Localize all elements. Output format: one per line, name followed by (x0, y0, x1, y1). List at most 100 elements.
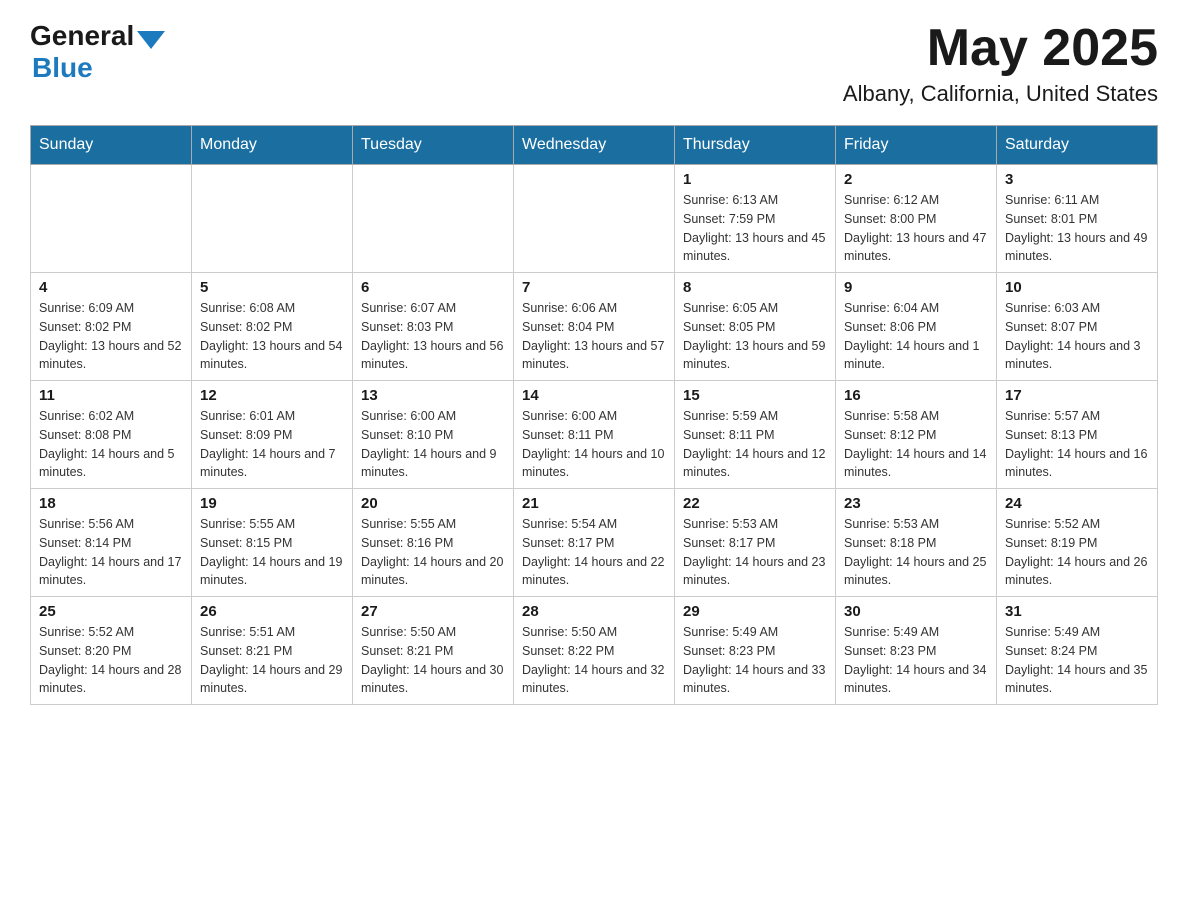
calendar-cell: 3Sunrise: 6:11 AMSunset: 8:01 PMDaylight… (997, 165, 1158, 273)
title-section: May 2025 Albany, California, United Stat… (843, 20, 1158, 107)
day-number: 25 (39, 603, 183, 620)
calendar-cell: 27 Sunrise: 5:50 AMSunset: 8:21 PMDayligh… (353, 597, 514, 705)
day-info: Sunrise: 5:49 AMSunset: 8:23 PMDaylight:… (844, 623, 988, 698)
col-header-monday: Monday (192, 126, 353, 165)
day-number: 7 (522, 279, 666, 296)
calendar-cell (31, 165, 192, 273)
day-info: Sunrise: 5:53 AMSunset: 8:18 PMDaylight:… (844, 515, 988, 590)
day-info: Sunrise: 6:12 AMSunset: 8:00 PMDaylight:… (844, 191, 988, 266)
day-number: 14 (522, 387, 666, 404)
day-number: 10 (1005, 279, 1149, 296)
day-info: Sunrise: 6:09 AMSunset: 8:02 PMDaylight:… (39, 299, 183, 374)
day-info: Sunrise: 6:01 AMSunset: 8:09 PMDaylight:… (200, 407, 344, 482)
calendar-cell: 28 Sunrise: 5:50 AMSunset: 8:22 PMDayligh… (514, 597, 675, 705)
day-number: 18 (39, 495, 183, 512)
day-number: 9 (844, 279, 988, 296)
calendar-cell: 17 Sunrise: 5:57 AMSunset: 8:13 PMDayligh… (997, 381, 1158, 489)
day-info: Sunrise: 5:50 AMSunset: 8:21 PMDaylight:… (361, 623, 505, 698)
calendar-cell: 18Sunrise: 5:56 AMSunset: 8:14 PMDayligh… (31, 489, 192, 597)
day-info: Sunrise: 6:08 AMSunset: 8:02 PMDaylight:… (200, 299, 344, 374)
day-info: Sunrise: 5:54 AMSunset: 8:17 PMDaylight:… (522, 515, 666, 590)
day-number: 24 (1005, 495, 1149, 512)
calendar-cell (353, 165, 514, 273)
day-number: 6 (361, 279, 505, 296)
calendar-week-3: 11 Sunrise: 6:02 AMSunset: 8:08 PMDayligh… (31, 381, 1158, 489)
day-info: Sunrise: 6:07 AMSunset: 8:03 PMDaylight:… (361, 299, 505, 374)
calendar-week-1: 1Sunrise: 6:13 AMSunset: 7:59 PMDaylight… (31, 165, 1158, 273)
calendar-week-4: 18Sunrise: 5:56 AMSunset: 8:14 PMDayligh… (31, 489, 1158, 597)
logo-general-text: General (30, 20, 134, 52)
calendar-cell: 14 Sunrise: 6:00 AMSunset: 8:11 PMDayligh… (514, 381, 675, 489)
day-info: Sunrise: 5:53 AMSunset: 8:17 PMDaylight:… (683, 515, 827, 590)
day-info: Sunrise: 6:02 AMSunset: 8:08 PMDaylight:… (39, 407, 183, 482)
day-number: 19 (200, 495, 344, 512)
col-header-tuesday: Tuesday (353, 126, 514, 165)
day-number: 13 (361, 387, 505, 404)
calendar-cell: 23Sunrise: 5:53 AMSunset: 8:18 PMDayligh… (836, 489, 997, 597)
day-info: Sunrise: 6:11 AMSunset: 8:01 PMDaylight:… (1005, 191, 1149, 266)
logo: General Blue (30, 20, 165, 84)
calendar-cell: 15 Sunrise: 5:59 AMSunset: 8:11 PMDayligh… (675, 381, 836, 489)
day-number: 27 (361, 603, 505, 620)
col-header-sunday: Sunday (31, 126, 192, 165)
calendar-cell: 21 Sunrise: 5:54 AMSunset: 8:17 PMDayligh… (514, 489, 675, 597)
day-number: 17 (1005, 387, 1149, 404)
calendar-cell: 12 Sunrise: 6:01 AMSunset: 8:09 PMDayligh… (192, 381, 353, 489)
day-info: Sunrise: 6:00 AMSunset: 8:11 PMDaylight:… (522, 407, 666, 482)
day-number: 30 (844, 603, 988, 620)
day-info: Sunrise: 6:04 AMSunset: 8:06 PMDaylight:… (844, 299, 988, 374)
day-info: Sunrise: 6:03 AMSunset: 8:07 PMDaylight:… (1005, 299, 1149, 374)
day-number: 29 (683, 603, 827, 620)
calendar-cell: 9 Sunrise: 6:04 AMSunset: 8:06 PMDaylight… (836, 273, 997, 381)
month-year-title: May 2025 (843, 20, 1158, 77)
day-info: Sunrise: 5:59 AMSunset: 8:11 PMDaylight:… (683, 407, 827, 482)
day-number: 4 (39, 279, 183, 296)
day-info: Sunrise: 5:58 AMSunset: 8:12 PMDaylight:… (844, 407, 988, 482)
page-header: General Blue May 2025 Albany, California… (30, 20, 1158, 107)
calendar-cell: 20 Sunrise: 5:55 AMSunset: 8:16 PMDayligh… (353, 489, 514, 597)
day-info: Sunrise: 5:50 AMSunset: 8:22 PMDaylight:… (522, 623, 666, 698)
day-info: Sunrise: 5:57 AMSunset: 8:13 PMDaylight:… (1005, 407, 1149, 482)
logo-blue-text: Blue (32, 52, 93, 83)
day-number: 21 (522, 495, 666, 512)
day-number: 28 (522, 603, 666, 620)
calendar-cell: 2 Sunrise: 6:12 AMSunset: 8:00 PMDaylight… (836, 165, 997, 273)
day-info: Sunrise: 6:13 AMSunset: 7:59 PMDaylight:… (683, 191, 827, 266)
day-number: 20 (361, 495, 505, 512)
calendar-cell: 13 Sunrise: 6:00 AMSunset: 8:10 PMDayligh… (353, 381, 514, 489)
calendar-cell: 5Sunrise: 6:08 AMSunset: 8:02 PMDaylight… (192, 273, 353, 381)
day-number: 8 (683, 279, 827, 296)
calendar-cell: 24 Sunrise: 5:52 AMSunset: 8:19 PMDayligh… (997, 489, 1158, 597)
day-number: 26 (200, 603, 344, 620)
calendar-cell: 1Sunrise: 6:13 AMSunset: 7:59 PMDaylight… (675, 165, 836, 273)
calendar-cell: 6 Sunrise: 6:07 AMSunset: 8:03 PMDaylight… (353, 273, 514, 381)
day-number: 12 (200, 387, 344, 404)
day-number: 22 (683, 495, 827, 512)
logo-arrow-icon (137, 31, 165, 49)
col-header-saturday: Saturday (997, 126, 1158, 165)
day-info: Sunrise: 5:49 AMSunset: 8:23 PMDaylight:… (683, 623, 827, 698)
day-info: Sunrise: 5:52 AMSunset: 8:20 PMDaylight:… (39, 623, 183, 698)
day-number: 2 (844, 171, 988, 188)
calendar-cell: 4 Sunrise: 6:09 AMSunset: 8:02 PMDaylight… (31, 273, 192, 381)
day-info: Sunrise: 5:51 AMSunset: 8:21 PMDaylight:… (200, 623, 344, 698)
day-number: 16 (844, 387, 988, 404)
calendar-cell: 8 Sunrise: 6:05 AMSunset: 8:05 PMDaylight… (675, 273, 836, 381)
calendar-cell: 11 Sunrise: 6:02 AMSunset: 8:08 PMDayligh… (31, 381, 192, 489)
day-info: Sunrise: 6:00 AMSunset: 8:10 PMDaylight:… (361, 407, 505, 482)
location-subtitle: Albany, California, United States (843, 81, 1158, 107)
calendar-header-row: SundayMondayTuesdayWednesdayThursdayFrid… (31, 126, 1158, 165)
calendar-cell: 26 Sunrise: 5:51 AMSunset: 8:21 PMDayligh… (192, 597, 353, 705)
calendar-cell: 7 Sunrise: 6:06 AMSunset: 8:04 PMDaylight… (514, 273, 675, 381)
calendar-cell: 29 Sunrise: 5:49 AMSunset: 8:23 PMDayligh… (675, 597, 836, 705)
day-info: Sunrise: 5:55 AMSunset: 8:16 PMDaylight:… (361, 515, 505, 590)
day-number: 11 (39, 387, 183, 404)
day-info: Sunrise: 6:06 AMSunset: 8:04 PMDaylight:… (522, 299, 666, 374)
day-number: 15 (683, 387, 827, 404)
calendar-cell: 31Sunrise: 5:49 AMSunset: 8:24 PMDayligh… (997, 597, 1158, 705)
calendar-table: SundayMondayTuesdayWednesdayThursdayFrid… (30, 125, 1158, 705)
calendar-cell: 25 Sunrise: 5:52 AMSunset: 8:20 PMDayligh… (31, 597, 192, 705)
calendar-cell: 30 Sunrise: 5:49 AMSunset: 8:23 PMDayligh… (836, 597, 997, 705)
day-info: Sunrise: 6:05 AMSunset: 8:05 PMDaylight:… (683, 299, 827, 374)
day-info: Sunrise: 5:52 AMSunset: 8:19 PMDaylight:… (1005, 515, 1149, 590)
